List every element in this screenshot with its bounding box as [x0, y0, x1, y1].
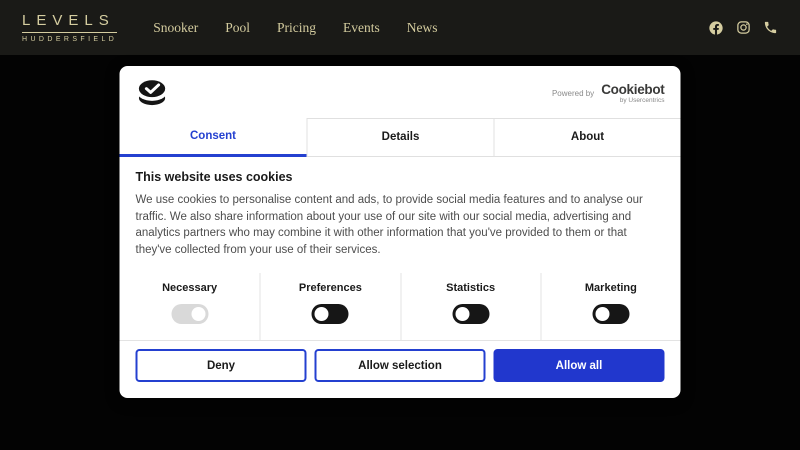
toggle-knob	[315, 307, 329, 321]
brand-name: LEVELS	[22, 12, 117, 33]
brand-logo[interactable]: LEVELS HUDDERSFIELD	[22, 12, 117, 43]
toggle-knob	[191, 307, 205, 321]
allow-all-button[interactable]: Allow all	[494, 349, 665, 382]
tab-details[interactable]: Details	[307, 118, 494, 157]
toggle-knob	[455, 307, 469, 321]
tab-about[interactable]: About	[494, 118, 681, 157]
nav-item-snooker[interactable]: Snooker	[153, 20, 198, 36]
toggle-statistics[interactable]	[452, 304, 489, 324]
cookiebot-logo-icon	[136, 76, 170, 111]
category-necessary: Necessary	[120, 273, 260, 340]
cookie-categories: Necessary Preferences Statistics Marketi…	[120, 273, 681, 340]
cookiebot-name: Cookiebot	[601, 83, 664, 97]
nav-item-events[interactable]: Events	[343, 20, 380, 36]
main-nav: Snooker Pool Pricing Events News	[153, 20, 437, 36]
category-label: Preferences	[265, 282, 396, 294]
dialog-title: This website uses cookies	[136, 170, 665, 184]
category-marketing: Marketing	[540, 273, 680, 340]
toggle-preferences[interactable]	[312, 304, 349, 324]
dialog-tabs: Consent Details About	[120, 118, 681, 157]
consent-panel: This website uses cookies We use cookies…	[120, 157, 681, 273]
category-label: Statistics	[405, 282, 536, 294]
nav-item-news[interactable]: News	[407, 20, 438, 36]
category-preferences: Preferences	[260, 273, 400, 340]
cookie-consent-dialog: Powered by Cookiebot by Usercentrics Con…	[120, 66, 681, 398]
dialog-header: Powered by Cookiebot by Usercentrics	[120, 66, 681, 118]
nav-item-pool[interactable]: Pool	[225, 20, 250, 36]
brand-subtitle: HUDDERSFIELD	[22, 36, 117, 43]
site-header: LEVELS HUDDERSFIELD Snooker Pool Pricing…	[0, 0, 800, 55]
phone-icon[interactable]	[762, 20, 778, 36]
cookiebot-wordmark: Cookiebot by Usercentrics	[601, 83, 664, 104]
category-label: Marketing	[545, 282, 676, 294]
cookiebot-byline: by Usercentrics	[601, 98, 664, 105]
powered-by: Powered by Cookiebot by Usercentrics	[552, 83, 665, 104]
social-links	[708, 20, 778, 36]
toggle-necessary	[171, 304, 208, 324]
category-label: Necessary	[124, 282, 256, 294]
nav-item-pricing[interactable]: Pricing	[277, 20, 316, 36]
deny-button[interactable]: Deny	[136, 349, 307, 382]
category-statistics: Statistics	[400, 273, 540, 340]
facebook-icon[interactable]	[708, 20, 724, 36]
instagram-icon[interactable]	[735, 20, 751, 36]
powered-by-label: Powered by	[552, 89, 594, 98]
dialog-description: We use cookies to personalise content an…	[136, 192, 665, 258]
toggle-marketing[interactable]	[592, 304, 629, 324]
toggle-knob	[595, 307, 609, 321]
dialog-actions: Deny Allow selection Allow all	[120, 340, 681, 398]
allow-selection-button[interactable]: Allow selection	[315, 349, 486, 382]
tab-consent[interactable]: Consent	[120, 118, 307, 157]
